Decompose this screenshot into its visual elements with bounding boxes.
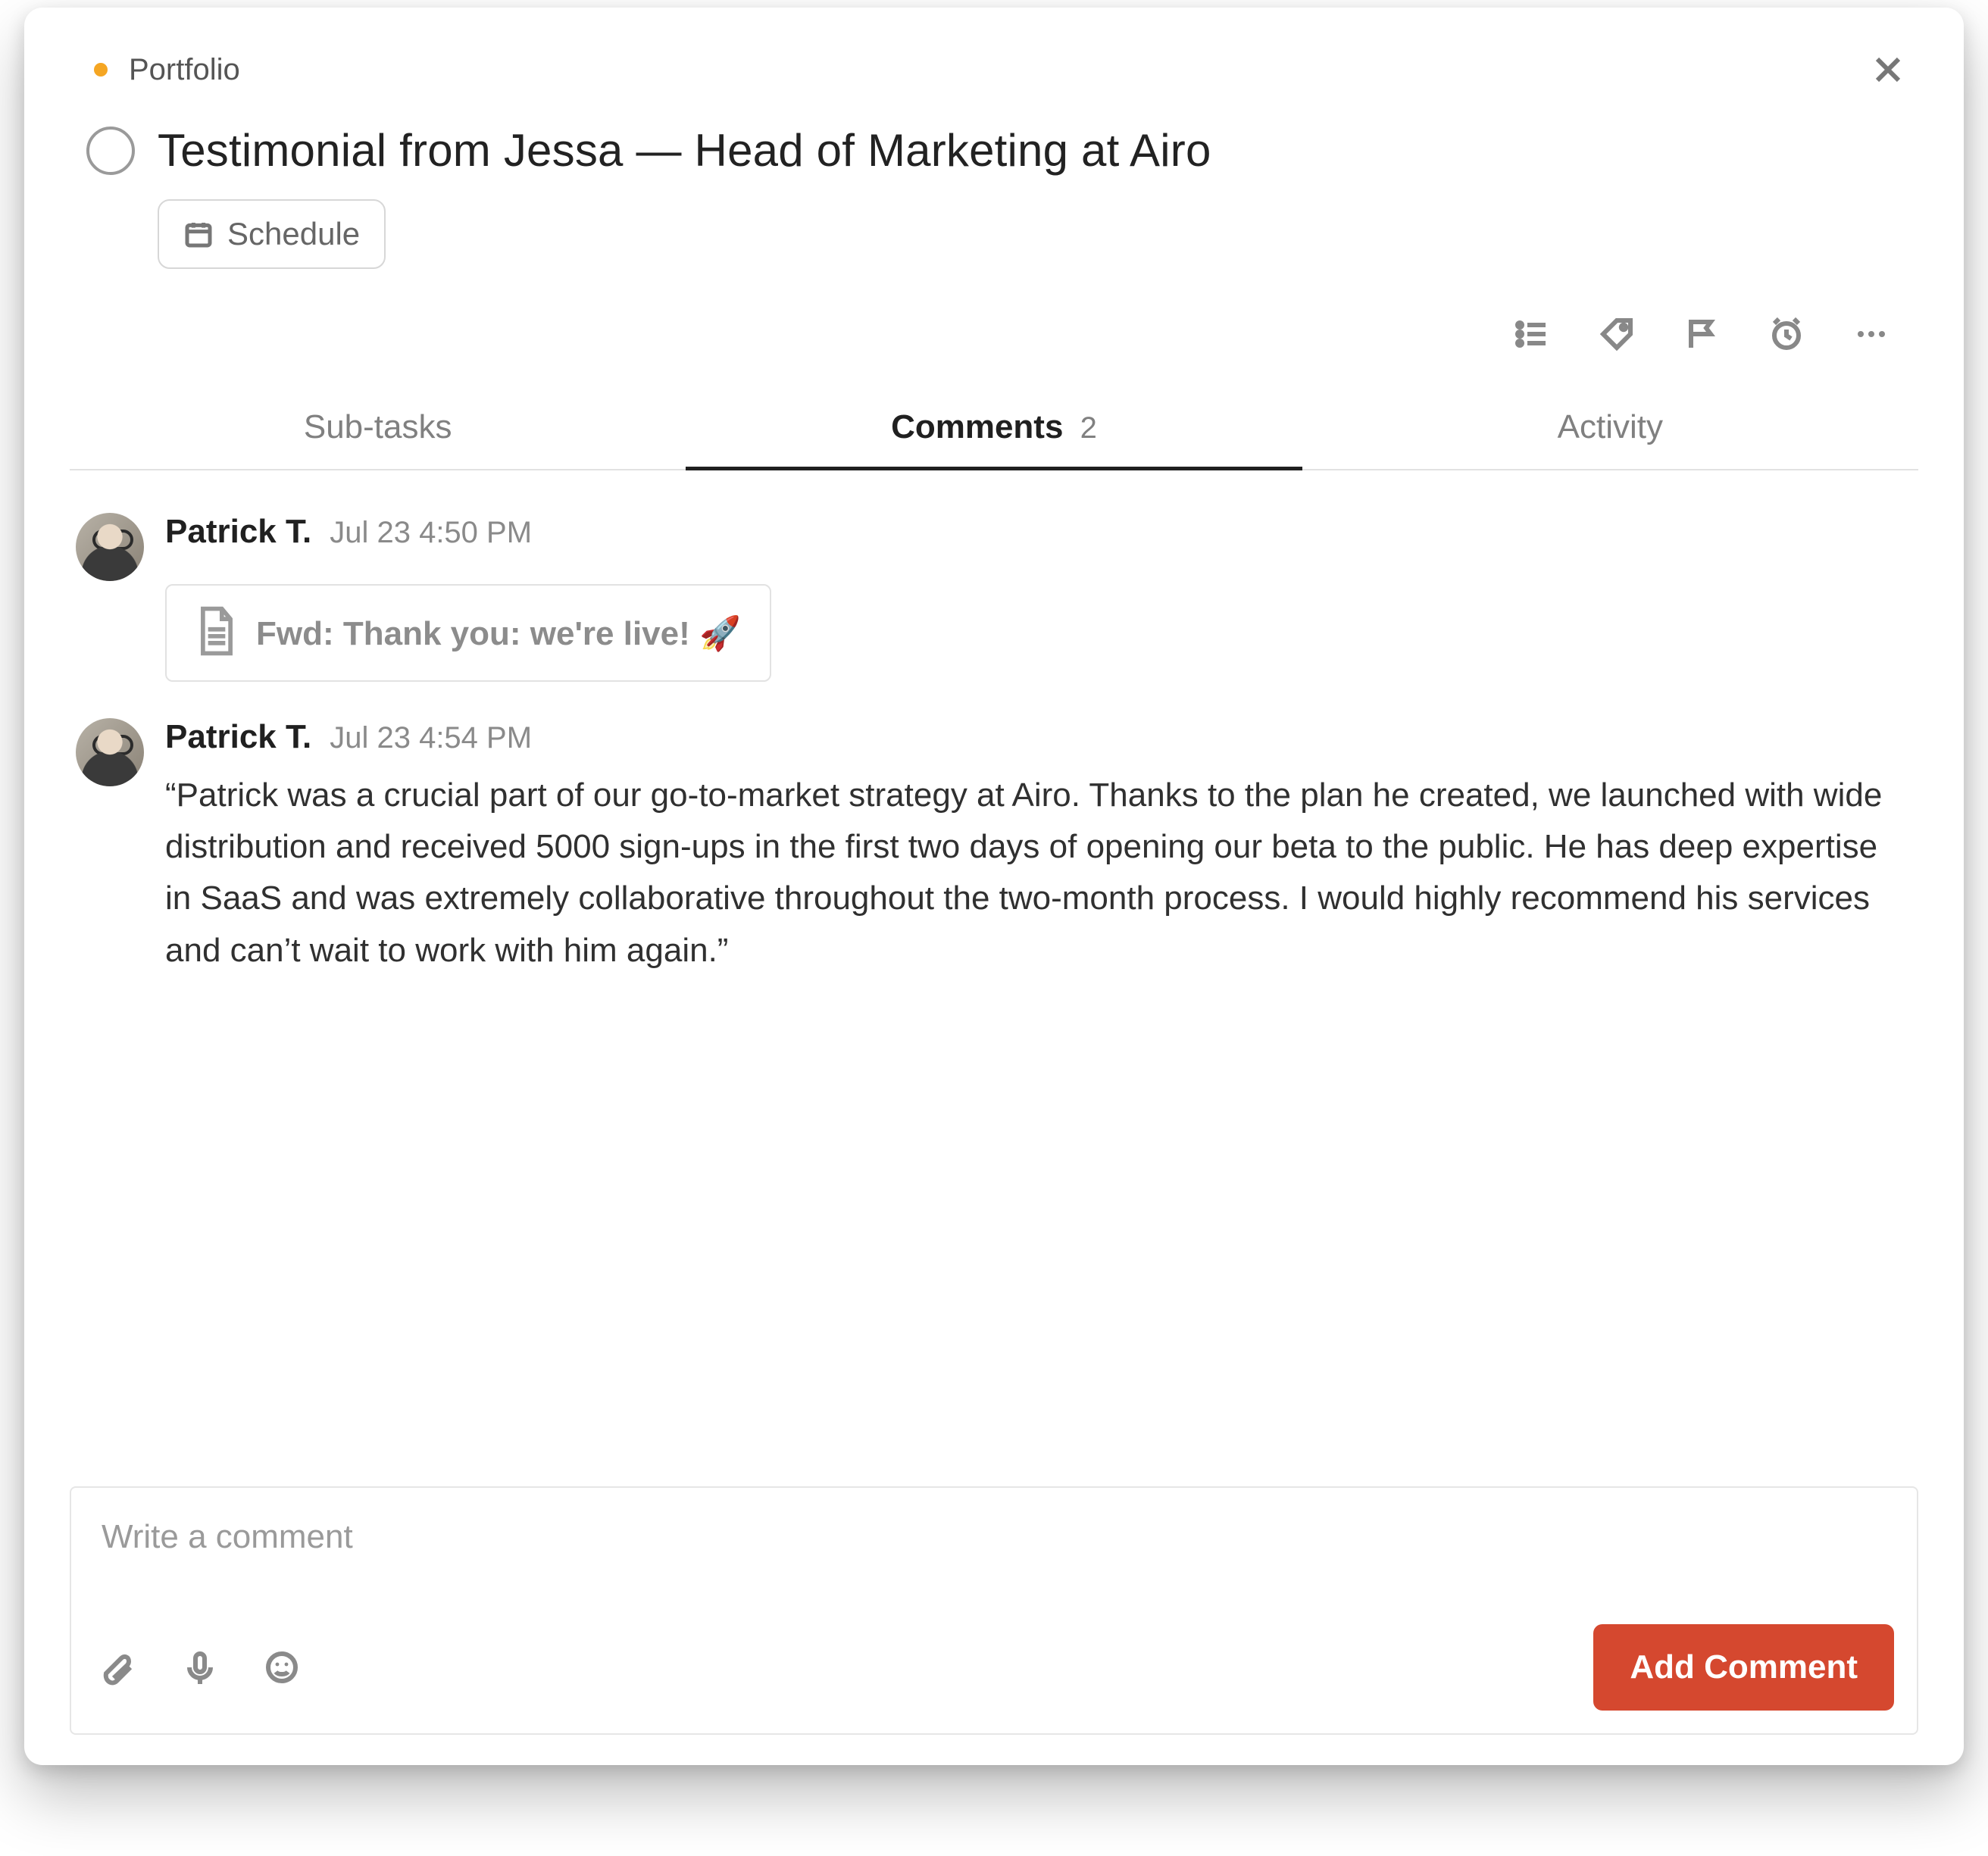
tag-icon — [1599, 316, 1635, 352]
schedule-button[interactable]: Schedule — [158, 199, 386, 269]
reminder-button[interactable] — [1767, 314, 1806, 354]
paperclip-icon — [100, 1649, 136, 1686]
comment-author: Patrick T. — [165, 513, 311, 551]
comment-timestamp: Jul 23 4:54 PM — [330, 721, 532, 755]
attach-file-button[interactable] — [98, 1648, 138, 1687]
tab-activity-label: Activity — [1558, 408, 1663, 445]
tab-activity[interactable]: Activity — [1302, 387, 1918, 469]
comment-item: Patrick T. Jul 23 4:54 PM “Patrick was a… — [76, 718, 1912, 976]
comment-body: Patrick T. Jul 23 4:50 PM Fwd: Thank you… — [165, 513, 1912, 682]
tabs: Sub-tasks Comments 2 Activity — [70, 387, 1918, 470]
complete-checkbox[interactable] — [86, 127, 135, 175]
task-title[interactable]: Testimonial from Jessa — Head of Marketi… — [158, 124, 1211, 177]
flag-icon — [1683, 316, 1720, 352]
comment-timestamp: Jul 23 4:50 PM — [330, 516, 532, 550]
project-breadcrumb[interactable]: Portfolio — [94, 53, 240, 87]
voice-record-button[interactable] — [180, 1648, 220, 1687]
close-icon — [1870, 52, 1906, 88]
task-detail-panel: Portfolio Testimonial from Jessa — Head … — [24, 8, 1964, 1765]
comment-input[interactable] — [71, 1488, 1917, 1617]
comment-meta: Patrick T. Jul 23 4:54 PM — [165, 718, 1912, 756]
attachment-title: Fwd: Thank you: we're live! 🚀 — [256, 614, 741, 653]
attachment-chip[interactable]: Fwd: Thank you: we're live! 🚀 — [165, 584, 771, 682]
subtask-list-button[interactable] — [1512, 314, 1552, 354]
priority-flag-button[interactable] — [1682, 314, 1721, 354]
tab-comments-count: 2 — [1080, 411, 1097, 445]
more-icon — [1853, 316, 1890, 352]
tab-comments[interactable]: Comments 2 — [686, 387, 1302, 469]
list-icon — [1514, 316, 1550, 352]
file-icon — [195, 605, 238, 661]
calendar-icon — [183, 219, 214, 249]
avatar[interactable] — [76, 718, 144, 786]
comment-composer: Add Comment — [70, 1486, 1918, 1735]
project-label: Portfolio — [129, 53, 240, 87]
tab-subtasks[interactable]: Sub-tasks — [70, 387, 686, 469]
tab-subtasks-label: Sub-tasks — [304, 408, 452, 445]
avatar[interactable] — [76, 513, 144, 581]
emoji-picker-button[interactable] — [262, 1648, 302, 1687]
add-comment-button[interactable]: Add Comment — [1593, 1624, 1894, 1711]
comment-body: Patrick T. Jul 23 4:54 PM “Patrick was a… — [165, 718, 1912, 976]
emoji-icon — [264, 1649, 300, 1686]
composer-toolbar: Add Comment — [71, 1617, 1917, 1733]
header-row: Portfolio — [70, 38, 1918, 102]
schedule-row: Schedule — [70, 199, 1918, 269]
tag-button[interactable] — [1597, 314, 1636, 354]
comment-author: Patrick T. — [165, 718, 311, 756]
microphone-icon — [182, 1649, 218, 1686]
alarm-clock-icon — [1768, 316, 1805, 352]
close-button[interactable] — [1864, 45, 1912, 94]
comment-item: Patrick T. Jul 23 4:50 PM Fwd: Thank you… — [76, 513, 1912, 682]
task-action-toolbar — [70, 269, 1918, 381]
comments-list: Patrick T. Jul 23 4:50 PM Fwd: Thank you… — [70, 470, 1918, 1486]
project-color-dot — [94, 63, 108, 77]
schedule-label: Schedule — [227, 216, 360, 252]
comment-meta: Patrick T. Jul 23 4:50 PM — [165, 513, 1912, 551]
comment-text: “Patrick was a crucial part of our go-to… — [165, 770, 1912, 976]
composer-icons — [98, 1648, 302, 1687]
title-row: Testimonial from Jessa — Head of Marketi… — [70, 102, 1918, 193]
more-actions-button[interactable] — [1852, 314, 1891, 354]
tab-comments-label: Comments — [891, 408, 1063, 445]
